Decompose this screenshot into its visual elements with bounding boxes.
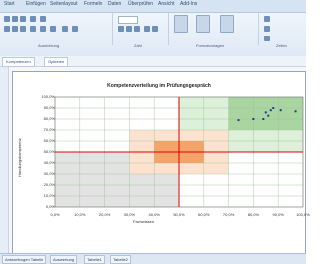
tab-formulas[interactable]: Formeln: [84, 1, 102, 7]
x-tick-label: 20,0%: [98, 212, 111, 217]
percent-icon[interactable]: [126, 26, 132, 32]
merge-center-icon[interactable]: [50, 26, 56, 32]
y-tick-label: 50,0%: [43, 149, 55, 154]
sheet-tab-bar: Antwortbogen Tabelle Auswertung Tabelle1…: [0, 253, 306, 264]
increase-decimal-icon[interactable]: [144, 26, 150, 32]
x-tick-label: 70,0%: [222, 212, 235, 217]
cell-styles-icon[interactable]: [220, 15, 234, 33]
number-format-box[interactable]: [118, 16, 138, 24]
insert-cells-icon[interactable]: [264, 16, 270, 22]
x-axis-label: Fachwissen: [133, 219, 155, 224]
tab-addins[interactable]: Add-Ins: [180, 1, 197, 7]
x-tick-label: 60,0%: [198, 212, 210, 217]
group-label-styles: Formatvorlagen: [196, 43, 225, 48]
align-center-icon[interactable]: [12, 26, 18, 32]
row-header-gutter: [0, 67, 9, 253]
group-label-alignment: Ausrichtung: [38, 43, 60, 48]
tab-data[interactable]: Daten: [108, 1, 121, 7]
format-cells-icon[interactable]: [264, 36, 270, 41]
x-tick-label: 10,0%: [74, 212, 86, 217]
orientation-icon[interactable]: [30, 16, 36, 22]
decrease-decimal-icon[interactable]: [152, 26, 158, 32]
ribbon-tabs: Start Einfügen Seitenlayout Formeln Date…: [0, 0, 306, 13]
align-right-icon[interactable]: [20, 26, 26, 32]
y-tick-label: 100,0%: [41, 94, 55, 99]
conditional-formatting-icon[interactable]: [174, 15, 188, 33]
align-bottom-icon[interactable]: [20, 16, 26, 22]
y-tick-label: 70,0%: [43, 127, 55, 132]
zone-top-expert: [228, 97, 303, 130]
tab-insert[interactable]: Einfügen: [26, 1, 46, 7]
align-top-icon[interactable]: [4, 16, 10, 22]
y-axis-label: Handlungskompetenz: [17, 138, 22, 177]
group-label-cells: Zellen: [276, 43, 287, 48]
fill-color-icon[interactable]: [62, 26, 68, 32]
data-point: [267, 114, 270, 117]
comma-style-icon[interactable]: [134, 26, 140, 32]
subbar-item-kompetenzen[interactable]: Kompetenzen: [2, 57, 35, 67]
data-point: [252, 118, 255, 120]
chart-object[interactable]: Kompetenzverteilung im Prüfungsgespräch …: [12, 71, 310, 255]
x-tick-label: 90,0%: [272, 212, 284, 217]
align-middle-icon[interactable]: [12, 16, 18, 22]
chart-plot-svg: [54, 96, 304, 208]
y-tick-label: 90,0%: [43, 105, 55, 110]
wrap-text-icon[interactable]: [40, 16, 46, 22]
indent-increase-icon[interactable]: [40, 26, 46, 32]
data-point: [294, 110, 297, 113]
data-point: [272, 107, 275, 109]
tab-page-layout[interactable]: Seitenlayout: [50, 1, 78, 7]
x-tick-label: 0,0%: [50, 212, 60, 217]
delete-cells-icon[interactable]: [264, 26, 270, 32]
align-left-icon[interactable]: [4, 26, 10, 32]
x-tick-label: 30,0%: [123, 212, 136, 217]
y-tick-label: 60,0%: [43, 138, 55, 143]
subbar-item-optionen[interactable]: Optionen: [44, 57, 69, 67]
data-point: [237, 119, 240, 122]
x-tick-label: 50,0%: [173, 212, 185, 217]
currency-icon[interactable]: [118, 26, 124, 32]
formula-bar-strip: Kompetenzen Optionen: [0, 56, 306, 67]
y-tick-label: 80,0%: [43, 116, 55, 121]
data-point: [262, 118, 265, 120]
y-tick-label: 0,0%: [45, 204, 55, 209]
tab-review[interactable]: Überprüfen: [128, 1, 153, 7]
x-tick-label: 100,0%: [296, 212, 310, 217]
y-tick-label: 40,0%: [43, 160, 55, 165]
x-tick-label: 40,0%: [148, 212, 160, 217]
tab-view[interactable]: Ansicht: [158, 1, 174, 7]
y-tick-label: 20,0%: [43, 182, 55, 187]
tab-start[interactable]: Start: [4, 1, 15, 7]
data-point: [269, 109, 272, 112]
data-point: [264, 111, 267, 114]
x-tick-label: 80,0%: [247, 212, 260, 217]
group-label-number: Zahl: [134, 43, 142, 48]
y-tick-label: 30,0%: [43, 171, 55, 176]
y-tick-label: 10,0%: [43, 193, 55, 198]
indent-decrease-icon[interactable]: [30, 26, 36, 32]
format-as-table-icon[interactable]: [196, 15, 210, 33]
font-color-icon[interactable]: [72, 26, 78, 32]
data-point: [279, 109, 282, 112]
